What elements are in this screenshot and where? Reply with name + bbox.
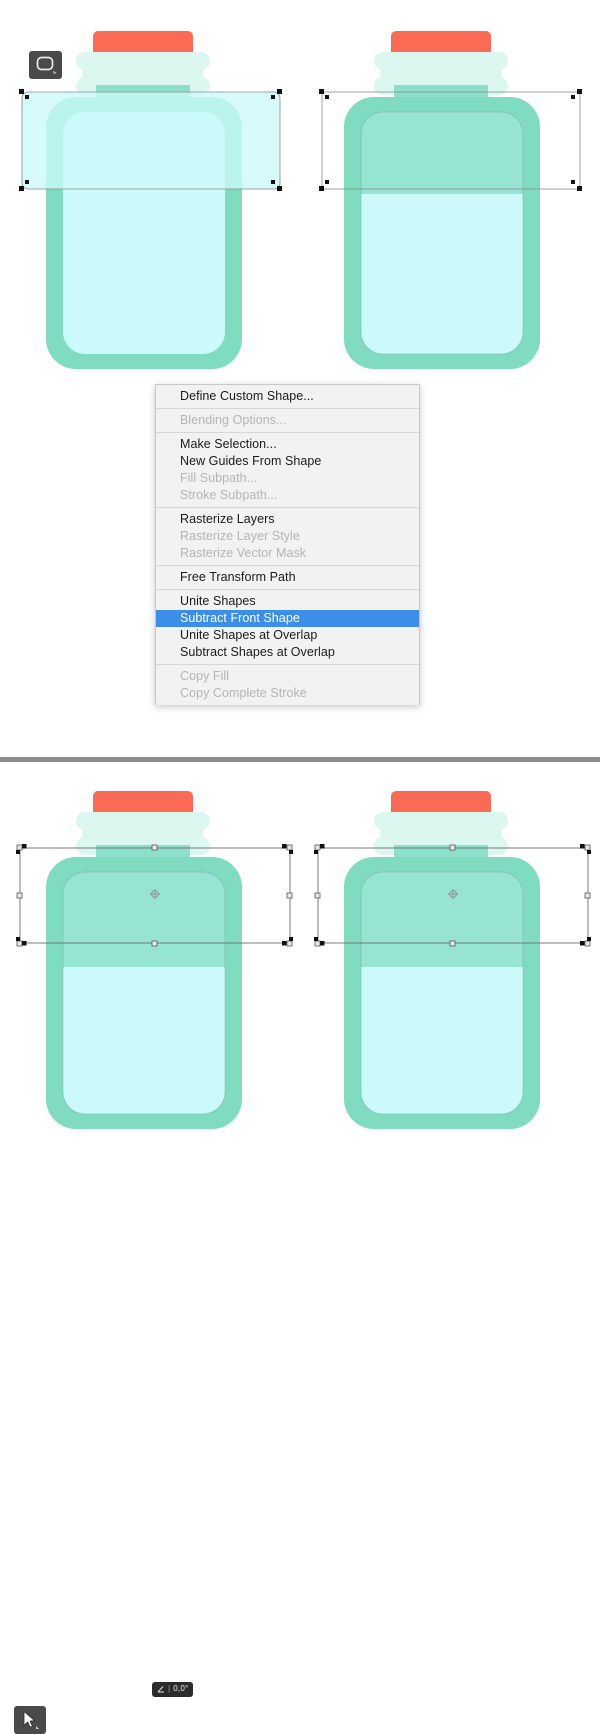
transform-handle-tl [314,844,321,851]
menu-item-new-guides-from-shape[interactable]: New Guides From Shape [156,453,419,470]
menu-item-blending-options: Blending Options... [180,413,287,427]
menu-item-subtract-front-shape[interactable]: Subtract Front Shape [156,610,419,627]
menu-item-define-custom-shape[interactable]: Define Custom Shape... [156,388,419,405]
menu-group: Free Transform Path [156,565,419,589]
panel-before-subtract: Define Custom Shape... Blending Options..… [0,0,600,760]
transform-handle-br [286,940,293,947]
path-anchor-br [277,186,282,191]
bottle-bottom-left[interactable] [38,787,268,1137]
screenshot-stage: Define Custom Shape... Blending Options..… [0,0,600,1734]
transform-handle-right-mid [584,892,591,899]
path-anchor-bl [19,186,24,191]
transform-handle-left-mid [314,892,321,899]
transform-handle-tl [16,844,23,851]
bottle-liquid-upper [361,112,523,194]
path-anchor-bl [319,186,324,191]
transform-handle-tr [286,844,293,851]
path-anchor-tr [277,89,282,94]
menu-group: Unite Shapes Subtract Front Shape Unite Sh… [156,589,419,664]
path-anchor-tr2 [289,850,293,854]
menu-item-rasterize-vector-mask: Rasterize Vector Mask [180,546,307,560]
menu-item-rasterize-layer-style: Rasterize Layer Style [180,529,300,543]
path-anchor-tl [22,844,27,849]
path-anchor-tr [577,89,582,94]
bottle-bottom-right[interactable] [336,787,566,1137]
menu-item-free-transform-path[interactable]: Free Transform Path [156,569,419,586]
move-tool-badge[interactable] [14,1706,46,1734]
menu-group: Define Custom Shape... [156,385,419,408]
path-anchor-br [282,941,287,946]
path-anchor-tl2 [314,850,318,854]
path-anchor-br2 [587,937,591,941]
path-anchor-br2 [571,180,575,184]
menu-item-fill-subpath: Fill Subpath... [180,471,258,485]
angle-separator: | [168,1684,171,1693]
path-anchor-tr [282,844,287,849]
path-anchor-tl [319,89,324,94]
path-anchor-bl [22,941,27,946]
bottle-liquid-upper [361,872,523,967]
path-anchor-br2 [289,937,293,941]
path-anchor-tl2 [325,95,329,99]
menu-item-rasterize-layers[interactable]: Rasterize Layers [156,511,419,528]
menu-item-make-selection[interactable]: Make Selection... [156,436,419,453]
path-anchor-tl [19,89,24,94]
path-anchor-tr2 [271,95,275,99]
menu-group: Rasterize Layers Rasterize Layer Style Ras… [156,507,419,565]
bottle-top-right[interactable] [336,27,566,377]
path-anchor-bl2 [25,180,29,184]
path-anchor-tl2 [25,95,29,99]
rounded-rectangle-tool-badge[interactable] [29,51,62,79]
angle-icon [157,1686,164,1693]
angle-value: 0,0° [173,1684,189,1693]
path-anchor-bl2 [325,180,329,184]
bottle-body-inner [63,112,225,354]
menu-group: Make Selection... New Guides From Shape Fi… [156,432,419,507]
transform-handle-bl [16,940,23,947]
path-anchor-bl2 [314,937,318,941]
path-anchor-tr2 [587,850,591,854]
path-anchor-tl [320,844,325,849]
rotation-angle-tooltip: | 0,0° [152,1682,194,1697]
path-context-menu[interactable]: Define Custom Shape... Blending Options..… [155,384,420,705]
transform-handle-right-mid [286,892,293,899]
move-arrow-tool-icon [23,1711,39,1729]
menu-group: Blending Options... [156,408,419,432]
menu-item-unite-shapes[interactable]: Unite Shapes [156,593,419,610]
menu-item-unite-shapes-at-overlap[interactable]: Unite Shapes at Overlap [156,627,419,644]
menu-item-stroke-subpath: Stroke Subpath... [180,488,278,502]
rounded-rectangle-tool-icon [36,56,56,74]
transform-handle-tr [584,844,591,851]
menu-item-copy-complete-stroke: Copy Complete Stroke [180,686,307,700]
transform-handle-br [584,940,591,947]
path-anchor-bl [320,941,325,946]
path-anchor-bl2 [16,937,20,941]
menu-item-copy-fill: Copy Fill [180,669,230,683]
panel-after-subtract: | 0,0° [0,762,600,1734]
path-anchor-tr [580,844,585,849]
path-anchor-br2 [271,180,275,184]
transform-handle-bl [314,940,321,947]
path-anchor-br [577,186,582,191]
bottle-top-left[interactable] [38,27,268,377]
menu-item-subtract-shapes-at-overlap[interactable]: Subtract Shapes at Overlap [156,644,419,661]
path-anchor-tl2 [16,850,20,854]
path-anchor-br [580,941,585,946]
path-anchor-tr2 [571,95,575,99]
transform-handle-left-mid [16,892,23,899]
bottle-liquid-upper [63,872,225,967]
menu-group: Copy Fill Copy Complete Stroke [156,664,419,705]
